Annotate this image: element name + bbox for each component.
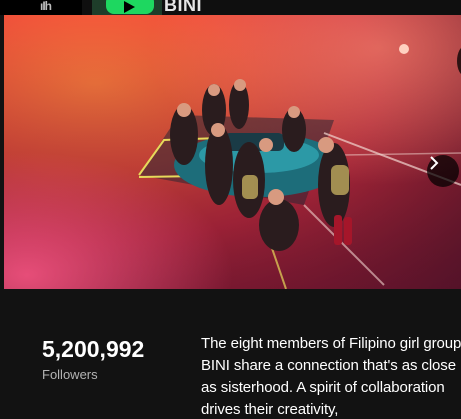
top-strip: ıIh BINI (0, 0, 461, 15)
equalizer-bars-icon: ıIh (40, 0, 52, 13)
about-section: 5,200,992 Followers The eight members of… (0, 289, 461, 419)
chevron-right-icon (430, 156, 439, 170)
carousel-next-button[interactable] (427, 155, 459, 187)
followers-stat: 5,200,992 Followers (42, 335, 144, 383)
hero-photo (4, 15, 461, 289)
followers-label: Followers (42, 367, 98, 382)
artist-hero-image (4, 15, 461, 289)
stage-light (399, 44, 409, 54)
artist-bio: The eight members of Filipino girl group… (201, 335, 461, 418)
play-icon (124, 1, 135, 13)
artist-name: BINI (164, 0, 202, 15)
followers-count: 5,200,992 (42, 336, 145, 362)
